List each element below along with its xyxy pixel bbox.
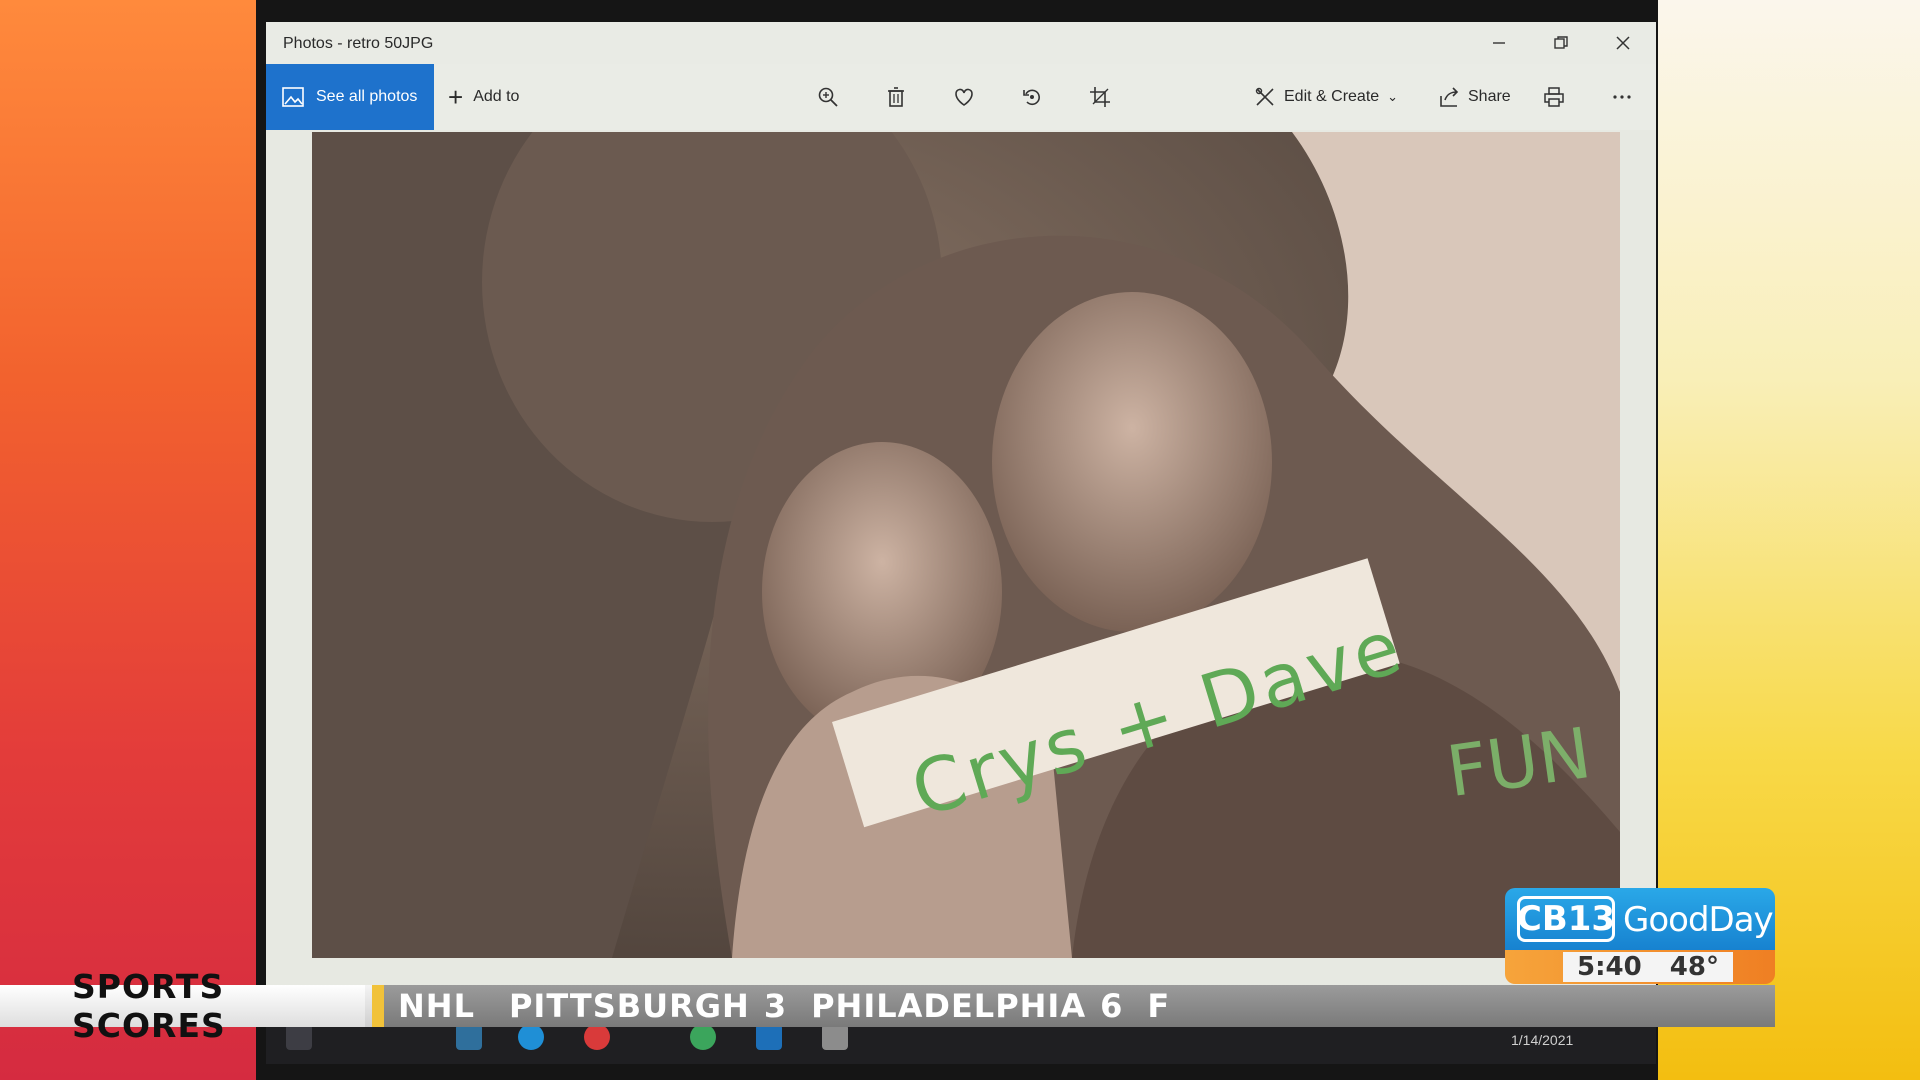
toolbar: See all photos + Add to Edit & Create ⌄ (266, 64, 1656, 130)
minimize-icon (1493, 42, 1505, 44)
delete-button[interactable] (874, 64, 918, 130)
zoom-icon (818, 87, 838, 107)
time-temp-strip: 5:40 48° (1563, 952, 1733, 982)
title-bar: Photos - retro 50JPG (266, 22, 1656, 64)
ticker-team-2: PHILADELPHIA (811, 987, 1087, 1025)
edit-create-button[interactable]: Edit & Create ⌄ (1254, 64, 1398, 130)
show-name: GoodDay (1623, 900, 1774, 940)
app-icon[interactable] (584, 1024, 610, 1050)
file-explorer-icon[interactable] (456, 1024, 482, 1050)
station-bug-footer: 5:40 48° (1505, 950, 1775, 984)
ticker-separator (372, 985, 384, 1027)
share-label: Share (1468, 88, 1511, 105)
sports-ticker: SPORTS SCORES NHL PITTSBURGH 3 PHILADELP… (0, 967, 1775, 1045)
edge-icon[interactable] (518, 1024, 544, 1050)
print-icon (1544, 87, 1564, 107)
time-readout: 5:40 (1577, 952, 1642, 982)
photos-app-window: Photos - retro 50JPG See all photos + Ad… (266, 22, 1656, 986)
see-all-photos-label: See all photos (316, 88, 418, 105)
rotate-button[interactable] (1010, 64, 1054, 130)
ticker-league: NHL (398, 987, 475, 1025)
ticker-score: NHL PITTSBURGH 3 PHILADELPHIA 6 F (384, 985, 1775, 1027)
outlook-icon[interactable] (756, 1024, 782, 1050)
heart-icon (955, 88, 973, 106)
photo-image (312, 132, 1620, 958)
station-bug-header: CB13 GoodDay (1505, 888, 1775, 950)
photo-viewport[interactable]: Crys + Dave FUN (312, 132, 1620, 958)
delete-icon (888, 87, 904, 107)
ticker-score-2: 6 (1100, 987, 1124, 1025)
rotate-icon (1023, 89, 1040, 106)
share-icon (1440, 87, 1459, 107)
share-button[interactable]: Share (1438, 64, 1511, 130)
see-all-photos-button[interactable]: See all photos (266, 64, 434, 130)
more-options-button[interactable] (1600, 64, 1644, 130)
edit-create-icon (1255, 87, 1274, 106)
add-to-label: Add to (473, 88, 520, 105)
restore-icon (1554, 36, 1568, 49)
temperature-readout: 48° (1669, 952, 1719, 982)
ticker-score-1: 3 (763, 987, 788, 1025)
favorite-button[interactable] (942, 64, 986, 130)
backdrop-left (0, 0, 258, 1080)
window-title: Photos - retro 50JPG (283, 35, 434, 52)
crop-icon (1090, 87, 1110, 107)
add-to-button[interactable]: + Add to (448, 64, 519, 130)
edit-create-label: Edit & Create (1284, 88, 1380, 105)
close-button[interactable] (1592, 22, 1654, 64)
zoom-button[interactable] (806, 64, 850, 130)
chrome-icon[interactable] (690, 1024, 716, 1050)
ticker-status: F (1147, 987, 1171, 1025)
ticker-label: SPORTS SCORES (0, 967, 365, 1045)
minimize-button[interactable] (1468, 22, 1530, 64)
close-icon (1616, 36, 1630, 50)
more-icon (1613, 95, 1631, 99)
chevron-down-icon: ⌄ (1387, 89, 1399, 104)
taskbar-date: 1/14/2021 (1511, 1032, 1574, 1048)
ticker-team-1: PITTSBURGH (508, 987, 750, 1025)
plus-icon: + (448, 82, 464, 112)
gallery-icon (282, 87, 304, 107)
print-button[interactable] (1532, 64, 1576, 130)
restore-button[interactable] (1530, 22, 1592, 64)
photos-app-icon[interactable] (822, 1024, 848, 1050)
channel-logo: CB13 (1517, 896, 1615, 942)
crop-button[interactable] (1078, 64, 1122, 130)
station-bug: CB13 GoodDay 5:40 48° (1505, 888, 1775, 984)
